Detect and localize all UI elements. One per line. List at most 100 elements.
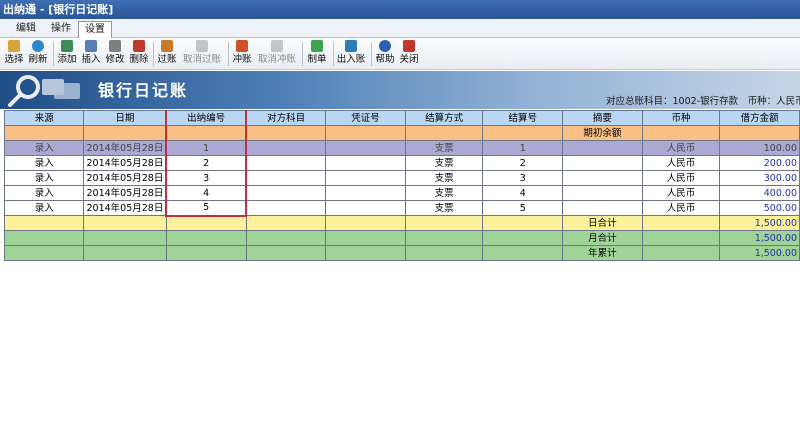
voucher-label: 制单	[307, 54, 327, 65]
cell-counter-account	[245, 140, 327, 156]
cell-settle-method: 支票	[404, 140, 484, 156]
menu-tab-operate[interactable]: 操作	[44, 21, 78, 38]
cell-voucher-no	[325, 185, 406, 201]
opening-balance-row[interactable]: 期初余额	[3, 125, 800, 141]
insert-icon	[85, 40, 97, 52]
cell-settle-method: 支票	[404, 200, 484, 216]
menu-tab-settings[interactable]: 设置	[78, 21, 112, 38]
col-header-debit[interactable]: 借方金额	[719, 110, 800, 126]
table-row[interactable]: 录入 2014年05月28日 5 支票 5 人民币 500.00	[3, 200, 800, 217]
cell-cashier-no: 3	[165, 170, 248, 186]
daily-total-row[interactable]: 日合计 1,500.00	[3, 215, 800, 231]
cell-debit: 500.00	[719, 200, 800, 216]
cell-date: 2014年05月28日	[83, 170, 167, 186]
cell-counter-account	[245, 185, 327, 201]
col-header-settle-method[interactable]: 结算方式	[404, 110, 484, 126]
col-header-settle-no[interactable]: 结算号	[482, 110, 563, 126]
reverse-label: 冲账	[232, 54, 252, 65]
toolbar-separator	[302, 42, 303, 66]
delete-button[interactable]: 删除	[128, 40, 150, 68]
voucher-icon	[311, 40, 323, 52]
toolbar-separator	[53, 42, 54, 66]
cell	[83, 230, 167, 246]
help-button[interactable]: 帮助	[374, 40, 396, 68]
opening-balance-label: 期初余额	[562, 125, 643, 141]
cell-debit: 300.00	[719, 170, 800, 186]
cell	[165, 230, 247, 246]
inout-icon	[345, 40, 357, 52]
page-title: 银行日记账	[98, 81, 189, 100]
cell-settle-no: 3	[482, 170, 563, 186]
cell-currency: 人民币	[641, 140, 721, 156]
close-button[interactable]: 关闭	[398, 40, 420, 68]
cell-date: 2014年05月28日	[83, 200, 167, 216]
cell-counter-account	[245, 170, 327, 186]
table-row[interactable]: 录入 2014年05月28日 3 支票 3 人民币 300.00	[3, 170, 800, 186]
add-button[interactable]: 添加	[56, 40, 78, 68]
col-header-date[interactable]: 日期	[83, 110, 167, 126]
cell	[641, 125, 721, 141]
cell-cashier-no: 2	[165, 155, 248, 171]
cell-cashier-no: 4	[165, 185, 248, 201]
table-row[interactable]: 录入 2014年05月28日 1 支票 1 人民币 100.00	[3, 140, 800, 156]
col-header-cashier-no[interactable]: 出纳编号	[165, 110, 248, 126]
cell	[719, 125, 800, 141]
cell	[404, 125, 484, 141]
col-header-source[interactable]: 来源	[3, 110, 85, 126]
yearly-total-row[interactable]: 年累计 1,500.00	[3, 245, 800, 261]
cell-voucher-no	[325, 200, 406, 216]
menu-tab-edit[interactable]: 编辑	[6, 21, 46, 38]
cell	[245, 245, 327, 261]
col-header-currency[interactable]: 币种	[641, 110, 721, 126]
post-button[interactable]: 过账	[156, 40, 178, 68]
col-header-summary[interactable]: 摘要	[562, 110, 643, 126]
insert-button[interactable]: 插入	[80, 40, 102, 68]
cell-date: 2014年05月28日	[83, 140, 167, 156]
add-icon	[61, 40, 73, 52]
select-button[interactable]: 选择	[3, 40, 25, 68]
cell-voucher-no	[325, 155, 406, 171]
page-banner: 银行日记账 对应总账科目：1002-银行存款 币种：人民币	[0, 71, 800, 109]
voucher-button[interactable]: 制单	[306, 40, 328, 68]
cell-debit: 200.00	[719, 155, 800, 171]
cell-currency: 人民币	[641, 200, 721, 216]
unpost-label: 取消过账	[182, 54, 221, 65]
toolbar-separator	[371, 42, 372, 66]
cell	[165, 245, 247, 261]
cell-settle-method: 支票	[404, 170, 484, 186]
cell-currency: 人民币	[641, 170, 721, 186]
cell-voucher-no	[325, 170, 406, 186]
cell	[83, 215, 167, 231]
cell-date: 2014年05月28日	[83, 185, 167, 201]
window-title: 出纳通 - [银行日记账]	[0, 0, 800, 19]
inout-button[interactable]: 出入账	[336, 40, 366, 68]
cell	[245, 125, 327, 141]
col-header-counter-account[interactable]: 对方科目	[245, 110, 327, 126]
cell	[3, 215, 85, 231]
cancel-reverse-button[interactable]: 取消冲账	[255, 40, 299, 68]
inout-label: 出入账	[336, 54, 366, 65]
toolbar-separator	[228, 42, 229, 66]
cell-settle-no: 1	[482, 140, 563, 156]
cell	[165, 215, 247, 231]
table-row[interactable]: 录入 2014年05月28日 4 支票 4 人民币 400.00	[3, 185, 800, 201]
cell-source: 录入	[3, 155, 85, 171]
cell-currency: 人民币	[641, 185, 721, 201]
insert-label: 插入	[81, 54, 101, 65]
reverse-button[interactable]: 冲账	[231, 40, 253, 68]
cell	[325, 215, 406, 231]
table-row[interactable]: 录入 2014年05月28日 2 支票 2 人民币 200.00	[3, 155, 800, 171]
cell	[325, 245, 406, 261]
unpost-button[interactable]: 取消过账	[180, 40, 224, 68]
cell	[83, 125, 167, 141]
refresh-button[interactable]: 刷新	[27, 40, 49, 68]
monthly-total-row[interactable]: 月合计 1,500.00	[3, 230, 800, 246]
cancel-reverse-label: 取消冲账	[257, 54, 296, 65]
edit-button[interactable]: 修改	[104, 40, 126, 68]
select-icon	[8, 40, 20, 52]
cell-settle-method: 支票	[404, 185, 484, 201]
col-header-voucher-no[interactable]: 凭证号	[325, 110, 406, 126]
account-info: 对应总账科目：1002-银行存款 币种：人民币	[606, 96, 800, 107]
cell-counter-account	[245, 200, 327, 216]
cell	[3, 230, 85, 246]
